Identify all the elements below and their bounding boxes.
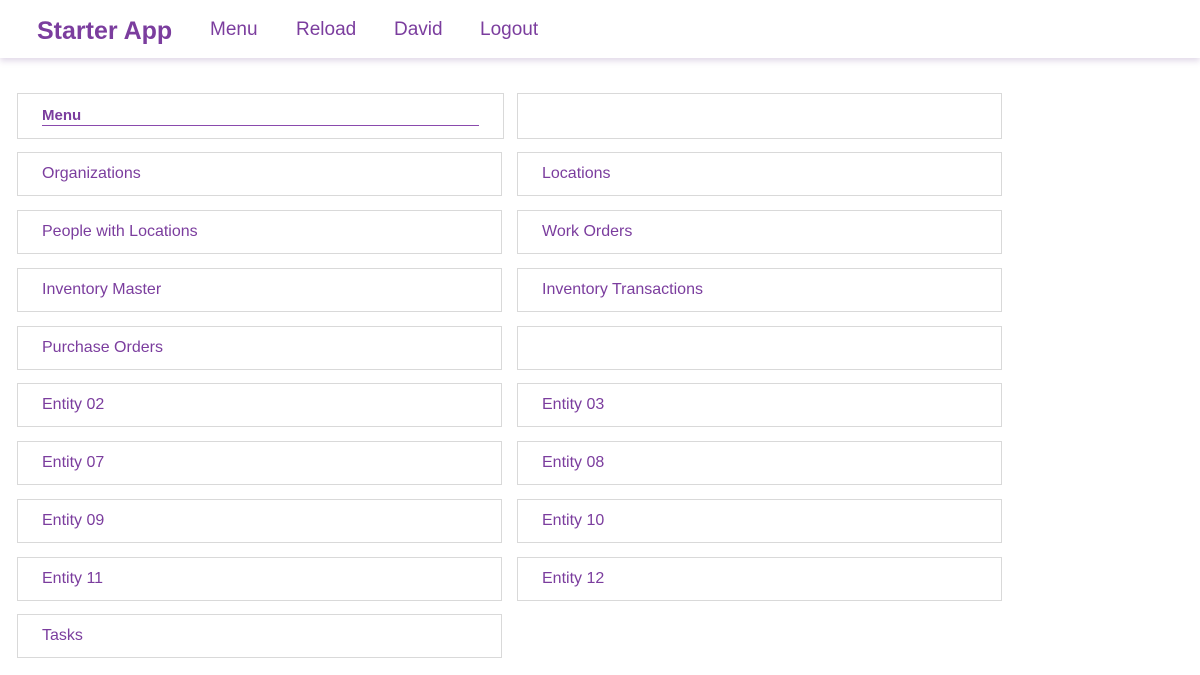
- menu-item-blank: [517, 326, 1002, 370]
- menu-item-tasks[interactable]: Tasks: [17, 614, 502, 658]
- menu-heading-divider: [42, 125, 479, 126]
- menu-item-locations[interactable]: Locations: [517, 152, 1002, 196]
- menu-item-entity-12[interactable]: Entity 12: [517, 557, 1002, 601]
- menu-item-entity-10[interactable]: Entity 10: [517, 499, 1002, 543]
- menu-item-entity-03[interactable]: Entity 03: [517, 383, 1002, 427]
- menu-heading-title: Menu: [42, 107, 82, 124]
- menu-item-entity-02[interactable]: Entity 02: [17, 383, 502, 427]
- menu-item-inventory-transactions[interactable]: Inventory Transactions: [517, 268, 1002, 312]
- menu-heading-blank-tile: [517, 93, 1002, 139]
- menu-item-work-orders[interactable]: Work Orders: [517, 210, 1002, 254]
- menu-item-entity-11[interactable]: Entity 11: [17, 557, 502, 601]
- menu-item-inventory-master[interactable]: Inventory Master: [17, 268, 502, 312]
- top-navbar: Starter App Menu Reload David Logout: [0, 0, 1200, 58]
- brand-title[interactable]: Starter App: [37, 17, 172, 46]
- menu-item-purchase-orders[interactable]: Purchase Orders: [17, 326, 502, 370]
- nav-user-link[interactable]: David: [394, 19, 443, 41]
- menu-item-entity-09[interactable]: Entity 09: [17, 499, 502, 543]
- nav-menu-link[interactable]: Menu: [210, 19, 258, 41]
- menu-heading-panel: Menu: [17, 93, 504, 139]
- nav-logout-link[interactable]: Logout: [480, 19, 538, 41]
- menu-item-entity-07[interactable]: Entity 07: [17, 441, 502, 485]
- menu-item-organizations[interactable]: Organizations: [17, 152, 502, 196]
- menu-item-people-with-locations[interactable]: People with Locations: [17, 210, 502, 254]
- nav-reload-link[interactable]: Reload: [296, 19, 356, 41]
- menu-item-entity-08[interactable]: Entity 08: [517, 441, 1002, 485]
